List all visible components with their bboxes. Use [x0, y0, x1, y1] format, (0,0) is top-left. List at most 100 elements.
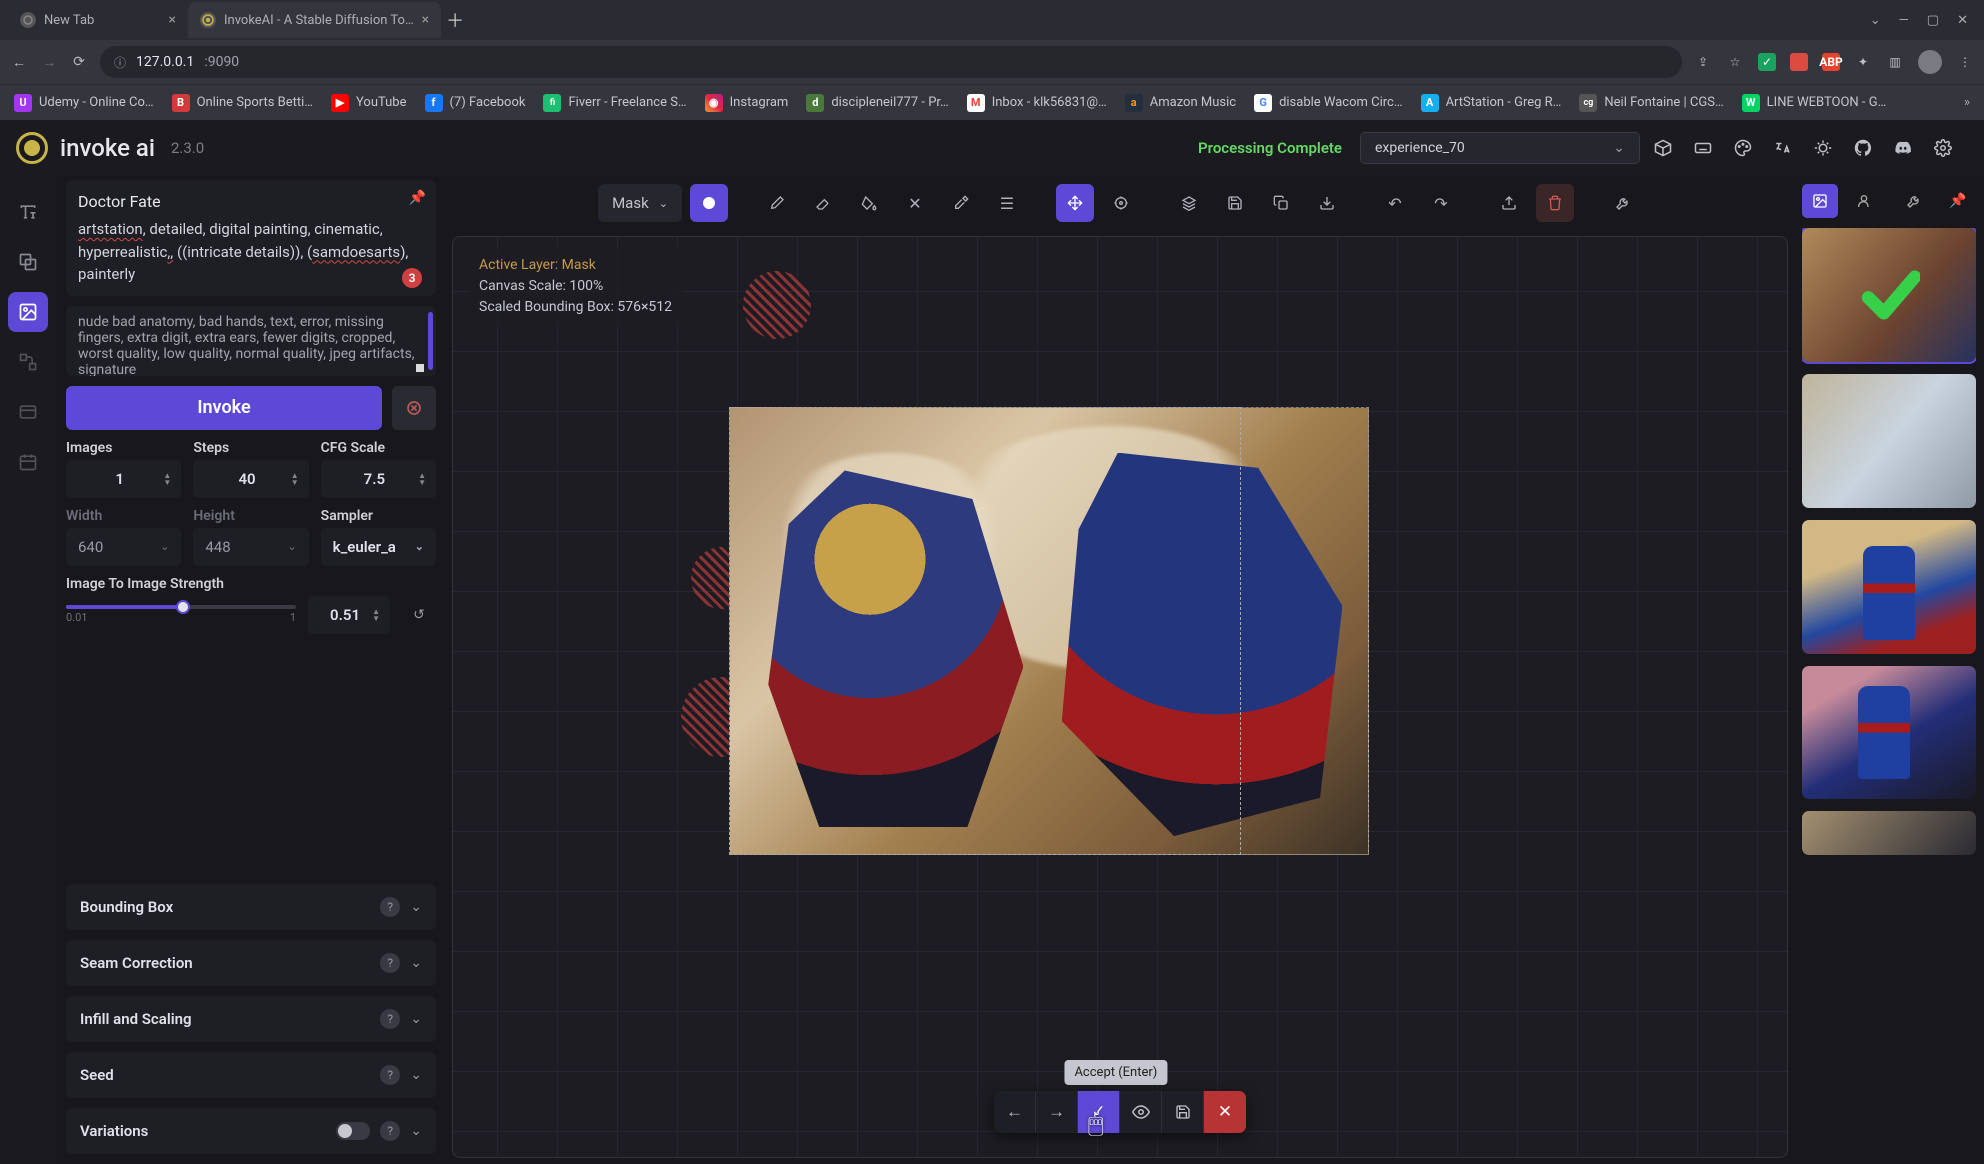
bookmarks-overflow-icon[interactable]: »	[1964, 95, 1970, 110]
brush-options-icon[interactable]: ☰	[988, 184, 1026, 222]
bookmark-item[interactable]: aAmazon Music	[1125, 94, 1236, 112]
extensions-puzzle-icon[interactable]: ✦	[1854, 53, 1872, 71]
postprocess-tab[interactable]	[8, 392, 48, 432]
cfg-input[interactable]: ▲▼	[321, 460, 436, 498]
eraser-icon[interactable]	[804, 184, 842, 222]
bookmark-item[interactable]: BOnline Sports Betti…	[172, 94, 313, 112]
stepper-arrows-icon[interactable]: ▲▼	[291, 472, 299, 486]
bounding-box-frame[interactable]	[729, 407, 1241, 855]
back-icon[interactable]: ←	[10, 53, 28, 71]
gallery-thumbnail[interactable]	[1802, 520, 1976, 654]
maximize-icon[interactable]: ▢	[1927, 13, 1939, 28]
toggle-visibility-icon[interactable]	[1120, 1091, 1162, 1133]
share-icon[interactable]: ⇪	[1694, 53, 1712, 71]
positive-prompt[interactable]: 📌 Doctor Fate artstation, detailed, digi…	[66, 180, 436, 296]
variations-accordion[interactable]: Variations?⌄	[66, 1108, 436, 1154]
reset-view-icon[interactable]	[1102, 184, 1140, 222]
redo-icon[interactable]: ↷	[1422, 184, 1460, 222]
copy-canvas-icon[interactable]	[1262, 184, 1300, 222]
forward-icon[interactable]: →	[40, 53, 58, 71]
wrench-icon[interactable]	[1604, 184, 1642, 222]
save-canvas-icon[interactable]	[1216, 184, 1254, 222]
reload-icon[interactable]: ⟳	[70, 53, 88, 71]
prev-result-icon[interactable]: ←	[994, 1091, 1036, 1133]
bookmark-item[interactable]: f(7) Facebook	[425, 94, 526, 112]
seed-accordion[interactable]: Seed?⌄	[66, 1052, 436, 1098]
kebab-menu-icon[interactable]: ⋮	[1956, 53, 1974, 71]
next-result-icon[interactable]: →	[1036, 1091, 1078, 1133]
bounding-box-accordion[interactable]: Bounding Box?⌄	[66, 884, 436, 930]
discard-result-icon[interactable]: ✕	[1204, 1091, 1246, 1133]
negative-prompt[interactable]: nude bad anatomy, bad hands, text, error…	[66, 306, 436, 376]
language-icon[interactable]	[1766, 131, 1800, 165]
gallery-results-icon[interactable]	[1802, 184, 1838, 218]
extension-abp-icon[interactable]: ABP	[1822, 53, 1840, 71]
extension-icon[interactable]	[1790, 53, 1808, 71]
height-select[interactable]: 448⌄	[193, 528, 308, 566]
gallery-uploads-icon[interactable]	[1846, 184, 1882, 218]
browser-tab[interactable]: InvokeAI - A Stable Diffusion To… ×	[188, 2, 441, 38]
bookmark-item[interactable]: AArtStation - Greg R…	[1421, 94, 1562, 112]
brush-icon[interactable]	[758, 184, 796, 222]
image-to-image-tab[interactable]	[8, 242, 48, 282]
gallery-thumbnail[interactable]	[1802, 666, 1976, 800]
help-icon[interactable]: ?	[380, 1009, 400, 1029]
bookmark-item[interactable]: ddiscipleneil777 - Pr…	[806, 94, 948, 112]
new-tab-button[interactable]: ＋	[441, 6, 469, 34]
gear-icon[interactable]	[1926, 131, 1960, 165]
move-icon[interactable]	[1056, 184, 1094, 222]
gallery-settings-icon[interactable]	[1896, 184, 1932, 218]
github-icon[interactable]	[1846, 131, 1880, 165]
fill-icon[interactable]	[850, 184, 888, 222]
bookmark-item[interactable]: MInbox - klk56831@…	[967, 94, 1107, 112]
images-input[interactable]: ▲▼	[66, 460, 181, 498]
bookmark-item[interactable]: WLINE WEBTOON - G…	[1742, 94, 1887, 112]
merge-layers-icon[interactable]	[1170, 184, 1208, 222]
bookmark-item[interactable]: ▶YouTube	[331, 94, 407, 112]
i2i-strength-slider[interactable]	[66, 605, 296, 609]
clear-mask-icon[interactable]: ✕	[896, 184, 934, 222]
cube-icon[interactable]	[1646, 131, 1680, 165]
text-to-image-tab[interactable]	[8, 192, 48, 232]
model-selector[interactable]: experience_70 ⌄	[1360, 132, 1640, 164]
mask-color-icon[interactable]	[690, 184, 728, 222]
accept-result-icon[interactable]: ✓	[1078, 1091, 1120, 1133]
bookmark-star-icon[interactable]: ☆	[1726, 53, 1744, 71]
bookmark-item[interactable]: cgNeil Fontaine | CGS…	[1579, 94, 1723, 112]
reset-icon[interactable]: ↺	[402, 598, 436, 632]
close-icon[interactable]: ×	[422, 12, 429, 28]
palette-icon[interactable]	[1726, 131, 1760, 165]
close-icon[interactable]: ×	[169, 12, 176, 28]
help-icon[interactable]: ?	[380, 1121, 400, 1141]
discord-icon[interactable]	[1886, 131, 1920, 165]
chevron-down-icon[interactable]: ⌄	[1870, 13, 1881, 28]
nodes-tab[interactable]	[8, 342, 48, 382]
invoke-button[interactable]: Invoke	[66, 386, 382, 430]
download-icon[interactable]	[1308, 184, 1346, 222]
cancel-button[interactable]	[392, 386, 436, 430]
bookmark-item[interactable]: fiFiverr - Freelance S…	[543, 94, 686, 112]
gallery-thumbnail[interactable]	[1802, 374, 1976, 508]
unified-canvas-tab[interactable]	[8, 292, 48, 332]
site-info-icon[interactable]: ⓘ	[114, 54, 126, 71]
variations-toggle[interactable]	[336, 1122, 370, 1140]
bookmark-item[interactable]: Gdisable Wacom Circ…	[1254, 94, 1403, 112]
seam-correction-accordion[interactable]: Seam Correction?⌄	[66, 940, 436, 986]
side-panel-icon[interactable]: ▥	[1886, 53, 1904, 71]
gallery-thumbnail[interactable]	[1802, 228, 1976, 362]
width-select[interactable]: 640⌄	[66, 528, 181, 566]
layer-select[interactable]: Mask⌄	[598, 184, 682, 222]
bookmark-item[interactable]: ◉Instagram	[705, 94, 789, 112]
eyedropper-icon[interactable]	[942, 184, 980, 222]
profile-avatar[interactable]	[1918, 50, 1942, 74]
browser-tab[interactable]: New Tab ×	[8, 2, 188, 38]
slider-thumb[interactable]	[176, 600, 190, 614]
trash-icon[interactable]	[1536, 184, 1574, 222]
sampler-select[interactable]: k_euler_a⌄	[321, 528, 436, 566]
help-icon[interactable]: ?	[380, 897, 400, 917]
undo-icon[interactable]: ↶	[1376, 184, 1414, 222]
bug-icon[interactable]	[1806, 131, 1840, 165]
save-result-icon[interactable]	[1162, 1091, 1204, 1133]
address-bar[interactable]: ⓘ 127.0.0.1:9090	[100, 46, 1682, 78]
help-icon[interactable]: ?	[380, 953, 400, 973]
